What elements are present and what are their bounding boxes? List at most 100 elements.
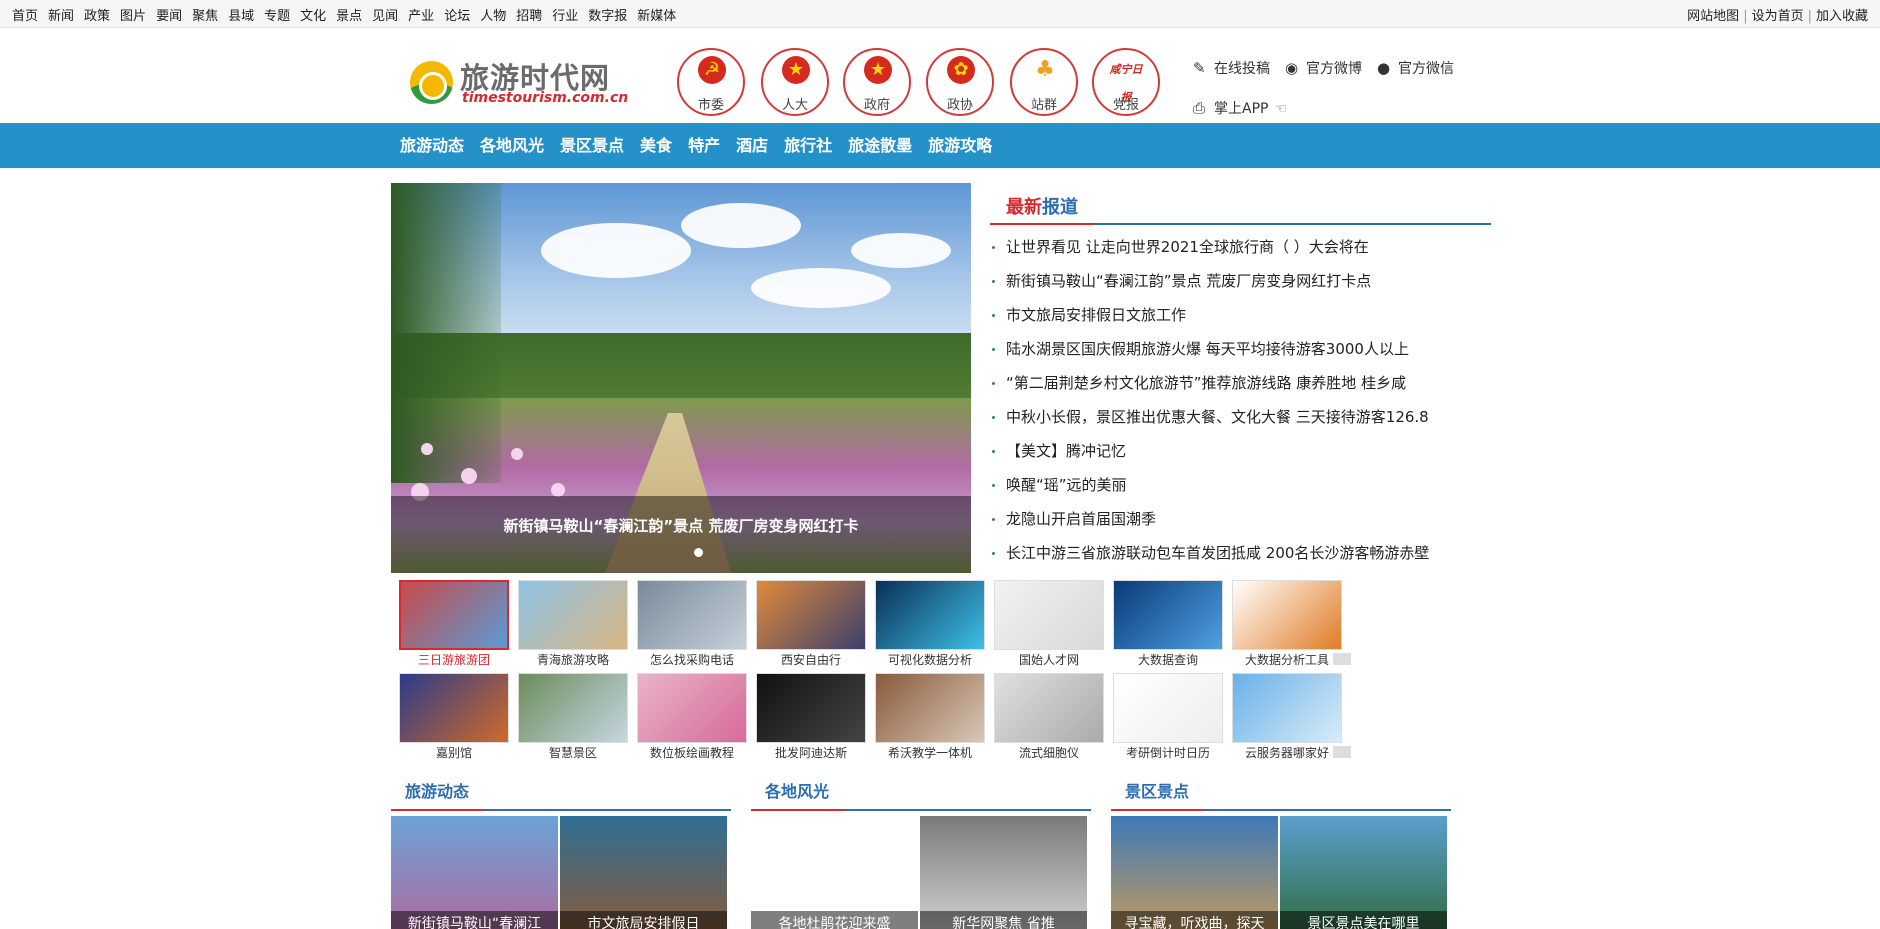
ad-close-icon[interactable] (1333, 746, 1351, 758)
nav-item[interactable]: 旅行社 (776, 123, 840, 168)
thumbnail-image (756, 673, 866, 743)
nav-item[interactable]: 旅游攻略 (920, 123, 1000, 168)
news-item[interactable]: 新街镇马鞍山“春澜江韵”景点 荒废厂房变身网红打卡点 (990, 264, 1491, 298)
org-link[interactable]: ★ 政府 (843, 48, 911, 116)
wechat-link[interactable]: ● 官方微信 (1377, 58, 1454, 78)
emblem-icon: ★ (864, 56, 892, 84)
logo-emblem-icon (410, 61, 453, 104)
top-nav-link[interactable]: 招聘 (516, 9, 542, 24)
app-link[interactable]: ⎙ 掌上APP ☜ (1193, 98, 1287, 118)
featured-slider[interactable]: 新街镇马鞍山“春澜江韵”景点 荒废厂房变身网红打卡 (391, 183, 971, 573)
org-link[interactable]: ☭ 市委 (677, 48, 745, 116)
top-nav-link[interactable]: 政策 (84, 9, 110, 24)
thumbnail-image (399, 673, 509, 743)
section-title[interactable]: 景区景点 (1125, 778, 1189, 802)
news-item[interactable]: 龙隐山开启首届国潮季 (990, 502, 1491, 536)
section-picture[interactable]: 新街镇马鞍山“春澜江 (391, 816, 558, 929)
thumbnail-caption: 西安自由行 (780, 653, 841, 667)
nav-item[interactable]: 景区景点 (552, 123, 632, 168)
section-picture[interactable]: 寻宝藏，听戏曲，探天 (1111, 816, 1278, 929)
thumbnail-link[interactable]: 可视化数据分析 (875, 580, 985, 668)
org-link[interactable]: ★ 人大 (761, 48, 829, 116)
top-nav-link[interactable]: 人物 (480, 9, 506, 24)
top-nav-link[interactable]: 行业 (552, 9, 578, 24)
nav-item[interactable]: 特产 (680, 123, 728, 168)
org-link[interactable]: 咸宁日报 党报 (1092, 48, 1160, 116)
news-item[interactable]: 让世界看见 让走向世界2021全球旅行商（ ）大会将在 (990, 230, 1491, 264)
top-nav-link[interactable]: 文化 (300, 9, 326, 24)
thumbnail-link[interactable]: 批发阿迪达斯 (756, 673, 866, 761)
ad-close-icon[interactable] (1333, 653, 1351, 665)
news-item[interactable]: “第二届荆楚乡村文化旅游节”推荐旅游线路 康养胜地 桂乡咸 (990, 366, 1491, 400)
thumbnail-link[interactable]: 智慧景区 (518, 673, 628, 761)
thumbnail-image (994, 673, 1104, 743)
thumbnail-link[interactable]: 考研倒计时日历 (1113, 673, 1223, 761)
thumbnail-image (1232, 673, 1342, 743)
nav-item[interactable]: 旅游动态 (392, 123, 472, 168)
top-nav-link[interactable]: 首页 (12, 9, 38, 24)
slide-caption[interactable]: 新街镇马鞍山“春澜江韵”景点 荒废厂房变身网红打卡 (391, 496, 971, 573)
cloud (541, 223, 691, 278)
thumbnail-link[interactable]: 大数据分析工具 (1232, 580, 1342, 668)
picture-caption: 各地杜鹃花迎来盛 (751, 911, 918, 929)
thumbnail-link[interactable]: 国始人才网 (994, 580, 1104, 668)
picture-caption: 市文旅局安排假日 (560, 911, 727, 929)
nav-item[interactable]: 各地风光 (472, 123, 552, 168)
top-nav-link[interactable]: 新媒体 (637, 9, 676, 24)
thumbnail-image (637, 673, 747, 743)
section-picture[interactable]: 景区景点美在哪里 (1280, 816, 1447, 929)
top-nav-link[interactable]: 聚焦 (192, 9, 218, 24)
section-pictures: 新街镇马鞍山“春澜江 市文旅局安排假日 (391, 816, 731, 929)
thumbnail-link[interactable]: 大数据查询 (1113, 580, 1223, 668)
top-nav-link[interactable]: 产业 (408, 9, 434, 24)
thumbnail-link[interactable]: 流式细胞仪 (994, 673, 1104, 761)
site-map-link[interactable]: 网站地图 (1687, 9, 1739, 24)
section-picture[interactable]: 各地杜鹃花迎来盛 (751, 816, 918, 929)
site-logo[interactable]: 旅游时代网 timestourism.com.cn (410, 55, 635, 110)
nav-item[interactable]: 酒店 (728, 123, 776, 168)
thumbnail-image (1113, 580, 1223, 650)
org-link[interactable]: ♣ 站群 (1010, 48, 1078, 116)
news-item[interactable]: 中秋小长假，景区推出优惠大餐、文化大餐 三天接待游客126.8 (990, 400, 1491, 434)
top-nav-link[interactable]: 新闻 (48, 9, 74, 24)
top-nav-link[interactable]: 专题 (264, 9, 290, 24)
slide-indicator[interactable] (694, 548, 703, 557)
weibo-link[interactable]: ◉ 官方微博 (1285, 58, 1362, 78)
top-nav-link[interactable]: 论坛 (444, 9, 470, 24)
add-favorite-link[interactable]: 加入收藏 (1816, 9, 1868, 24)
logo-domain: timestourism.com.cn (462, 90, 629, 106)
news-item[interactable]: 陆水湖景区国庆假期旅游火爆 每天平均接待游客3000人以上 (990, 332, 1491, 366)
top-nav-link[interactable]: 见闻 (372, 9, 398, 24)
news-item[interactable]: 唤醒“瑶”远的美丽 (990, 468, 1491, 502)
top-nav-link[interactable]: 景点 (336, 9, 362, 24)
news-item[interactable]: 【美文】腾冲记忆 (990, 434, 1491, 468)
nav-item[interactable]: 旅途散墨 (840, 123, 920, 168)
thumbnail-link[interactable]: 西安自由行 (756, 580, 866, 668)
section-title[interactable]: 旅游动态 (405, 778, 469, 802)
thumbnail-link[interactable]: 云服务器哪家好 (1232, 673, 1342, 761)
submit-link[interactable]: ✎ 在线投稿 (1193, 58, 1270, 78)
thumbnail-link[interactable]: 嘉别馆 (399, 673, 509, 761)
top-nav-link[interactable]: 数字报 (588, 9, 627, 24)
nav-item[interactable]: 美食 (632, 123, 680, 168)
section-title[interactable]: 各地风光 (765, 778, 829, 802)
thumbnail-image (875, 673, 985, 743)
thumbnail-link[interactable]: 希沃教学一体机 (875, 673, 985, 761)
top-nav-link[interactable]: 要闻 (156, 9, 182, 24)
org-label: 党报 (1112, 98, 1139, 113)
set-homepage-link[interactable]: 设为首页 (1752, 9, 1804, 24)
top-nav-links: 首页 新闻 政策 图片 要闻 聚焦 县域 专题 文化 景点 见闻 产业 论坛 人物 招聘 行业 数字报 新媒体 (12, 5, 686, 24)
thumbnail-link[interactable]: 怎么找采购电话 (637, 580, 747, 668)
thumbnail-link[interactable]: 数位板绘画教程 (637, 673, 747, 761)
section-pictures: 各地杜鹃花迎来盛 新华网聚焦 省推 (751, 816, 1091, 929)
news-item[interactable]: 市文旅局安排假日文旅工作 (990, 298, 1491, 332)
thumbnail-image (875, 580, 985, 650)
section-picture[interactable]: 市文旅局安排假日 (560, 816, 727, 929)
news-item[interactable]: 长江中游三省旅游联动包车首发团抵咸 200名长沙游客畅游赤壁 (990, 536, 1491, 570)
thumbnail-link[interactable]: 三日游旅游团 (399, 580, 509, 668)
top-nav-link[interactable]: 图片 (120, 9, 146, 24)
org-link[interactable]: ✿ 政协 (926, 48, 994, 116)
top-nav-link[interactable]: 县域 (228, 9, 254, 24)
thumbnail-link[interactable]: 青海旅游攻略 (518, 580, 628, 668)
section-picture[interactable]: 新华网聚焦 省推 (920, 816, 1087, 929)
